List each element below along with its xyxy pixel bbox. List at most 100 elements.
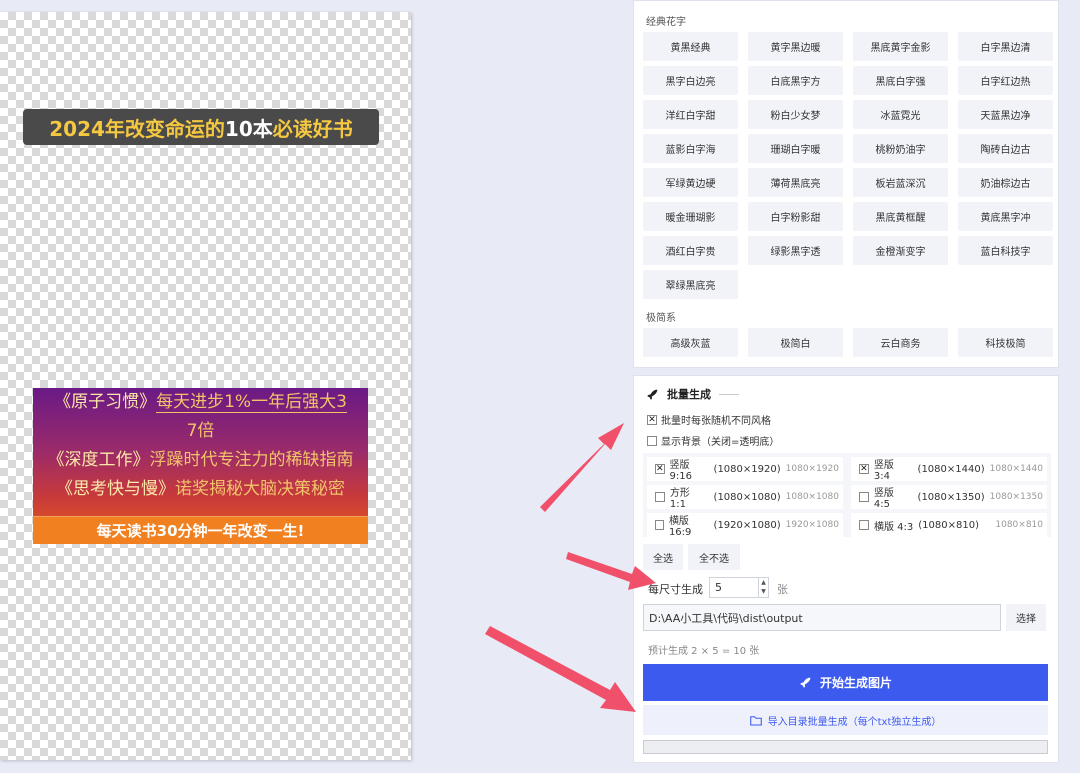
- arrow-3: [485, 626, 636, 712]
- classic-style-button[interactable]: 板岩蓝深沉: [853, 168, 948, 197]
- classic-style-button[interactable]: 白字黑边清: [958, 32, 1053, 61]
- classic-style-button[interactable]: 暖金珊瑚影: [643, 202, 738, 231]
- size-option[interactable]: 横版 4:3 (1080×810) 1080×810: [851, 513, 1047, 537]
- size-hint: 1080×1920: [785, 464, 839, 474]
- size-option[interactable]: 竖版 4:5 (1080×1350) 1080×1350: [851, 485, 1047, 510]
- size-option[interactable]: 方形 1:1 (1080×1080) 1080×1080: [647, 485, 843, 510]
- classic-style-button[interactable]: 绿影黑字透: [748, 236, 843, 265]
- random-style-checkbox[interactable]: ✕ 批量时每张随机不同风格: [647, 412, 771, 427]
- rocket-icon: [800, 677, 811, 688]
- classic-style-button[interactable]: 黑底白字强: [853, 66, 948, 95]
- book-title-3: 《思考快与慢》: [56, 479, 175, 499]
- size-option[interactable]: 横版 16:9 (1920×1080) 1920×1080: [647, 513, 843, 538]
- minimal-style-button[interactable]: 科技极简: [958, 328, 1053, 357]
- show-bg-box: [647, 435, 657, 446]
- output-path-input[interactable]: D:\AA小工具\代码\dist\output: [643, 604, 1001, 631]
- classic-style-button[interactable]: 金橙渐变字: [853, 236, 948, 265]
- classic-style-button[interactable]: 黑底黄框醒: [853, 202, 948, 231]
- random-style-check-icon: ✕: [647, 414, 657, 425]
- classic-style-button[interactable]: 军绿黄边硬: [643, 168, 738, 197]
- rocket-icon: [647, 389, 658, 400]
- size-label: 竖版 9:16: [669, 460, 693, 482]
- progress-bar: [643, 740, 1048, 754]
- size-checkbox[interactable]: [859, 520, 869, 530]
- classic-style-button[interactable]: 珊瑚白字暖: [748, 134, 843, 163]
- book-footer: 每天读书30分钟一年改变一生!: [33, 516, 368, 544]
- classic-style-button[interactable]: 翠绿黑底亮: [643, 270, 738, 299]
- minimal-style-button[interactable]: 云白商务: [853, 328, 948, 357]
- size-label: 横版 4:3: [874, 521, 914, 533]
- title-part3: 必读好书: [272, 116, 353, 141]
- title-badge: 2024年改变命运的 10本 必读好书: [23, 109, 379, 145]
- style-panel: 经典花字 黄黑经典 黄字黑边暖 黑底黄字金影 白字黑边清黑字白边亮 白底黑字方 黑底白字强…: [633, 0, 1059, 368]
- folder-icon: [749, 715, 762, 726]
- size-dims: (1080×1920): [713, 463, 781, 475]
- batch-header: 批量生成: [646, 386, 739, 402]
- show-bg-label: 显示背景（关闭=透明底）: [661, 437, 780, 448]
- classic-style-grid: 黄黑经典 黄字黑边暖 黑底黄字金影 白字黑边清黑字白边亮 白底黑字方 黑底白字强 白字红边热…: [643, 32, 1053, 299]
- minimal-style-button[interactable]: 高级灰蓝: [643, 328, 738, 357]
- classic-style-button[interactable]: 蓝影白字海: [643, 134, 738, 163]
- per-size-label: 每尺寸生成: [648, 583, 703, 596]
- classic-style-button[interactable]: 桃粉奶油字: [853, 134, 948, 163]
- show-bg-checkbox[interactable]: 显示背景（关闭=透明底）: [647, 433, 779, 448]
- size-label: 横版 16:9: [668, 516, 692, 538]
- size-hint: 1080×810: [995, 520, 1043, 530]
- book-desc-3: 诺奖揭秘大脑决策秘密: [175, 479, 345, 499]
- book-desc-2: 浮躁时代专注力的稀缺指南: [149, 450, 354, 470]
- classic-style-button[interactable]: 天蓝黑边净: [958, 100, 1053, 129]
- classic-style-button[interactable]: 白字粉影甜: [748, 202, 843, 231]
- stepper-arrows[interactable]: ▲ ▼: [758, 578, 768, 597]
- choose-folder-button[interactable]: 选择: [1006, 604, 1046, 631]
- classic-style-button[interactable]: 奶油棕边古: [958, 168, 1053, 197]
- size-checkbox[interactable]: [655, 492, 665, 502]
- classic-style-button[interactable]: 黑字白边亮: [643, 66, 738, 95]
- stepper-down-icon[interactable]: ▼: [759, 587, 768, 596]
- size-label: 方形 1:1: [669, 488, 690, 510]
- classic-section-label: 经典花字: [646, 17, 686, 28]
- classic-style-button[interactable]: 蓝白科技字: [958, 236, 1053, 265]
- preview-canvas: 2024年改变命运的 10本 必读好书 《原子习惯》每天进步1%一年后强大3 7倍 …: [0, 12, 411, 760]
- book-line-2: 《深度工作》浮躁时代专注力的稀缺指南: [33, 446, 368, 475]
- minimal-style-grid: 高级灰蓝 极简白 云白商务 科技极简: [643, 328, 1053, 357]
- classic-style-button[interactable]: 黄底黑字冲: [958, 202, 1053, 231]
- classic-style-button[interactable]: 酒红白字贵: [643, 236, 738, 265]
- classic-style-button[interactable]: 黄黑经典: [643, 32, 738, 61]
- size-label: 竖版 4:5: [873, 488, 894, 510]
- book-desc-1-wrap: 7倍: [186, 421, 215, 441]
- stepper-up-icon[interactable]: ▲: [759, 578, 768, 587]
- title-part1: 2024年改变命运的: [49, 116, 225, 141]
- arrow-1: [540, 423, 624, 512]
- classic-style-button[interactable]: 薄荷黑底亮: [748, 168, 843, 197]
- book-desc-1: 每天进步1%一年后强大3: [156, 392, 347, 413]
- import-folder-button[interactable]: 导入目录批量生成（每个txt独立生成）: [643, 705, 1048, 735]
- size-options: ✕ 竖版 9:16 (1080×1920) 1080×1920 ✕ 竖版 3:4 (1080…: [643, 453, 1051, 538]
- size-option[interactable]: ✕ 竖版 9:16 (1080×1920) 1080×1920: [647, 457, 843, 482]
- classic-style-button[interactable]: 白底黑字方: [748, 66, 843, 95]
- classic-style-button[interactable]: 粉白少女梦: [748, 100, 843, 129]
- size-option[interactable]: ✕ 竖版 3:4 (1080×1440) 1080×1440: [851, 457, 1047, 482]
- classic-style-button[interactable]: 黄字黑边暖: [748, 32, 843, 61]
- size-checkbox[interactable]: ✕: [655, 464, 665, 474]
- book-line-3: 《思考快与慢》诺奖揭秘大脑决策秘密: [33, 475, 368, 504]
- select-none-button[interactable]: 全不选: [688, 544, 740, 570]
- size-hint: 1080×1440: [989, 464, 1043, 474]
- classic-style-button[interactable]: 陶砖白边古: [958, 134, 1053, 163]
- select-all-button[interactable]: 全选: [643, 544, 683, 570]
- minimal-section-label: 极简系: [646, 313, 676, 324]
- size-checkbox[interactable]: ✕: [859, 464, 869, 474]
- header-rule: [719, 393, 739, 395]
- size-checkbox[interactable]: [655, 520, 664, 530]
- size-checkbox[interactable]: [859, 492, 869, 502]
- classic-style-button[interactable]: 黑底黄字金影: [853, 32, 948, 61]
- classic-style-button[interactable]: 冰蓝霓光: [853, 100, 948, 129]
- start-generate-button[interactable]: 开始生成图片: [643, 664, 1048, 701]
- start-generate-label: 开始生成图片: [819, 676, 892, 690]
- random-style-label: 批量时每张随机不同风格: [661, 416, 771, 427]
- size-dims: (1080×1080): [713, 491, 781, 503]
- per-size-stepper[interactable]: 5 ▲ ▼: [709, 577, 769, 598]
- per-size-unit: 张: [777, 583, 788, 596]
- classic-style-button[interactable]: 白字红边热: [958, 66, 1053, 95]
- minimal-style-button[interactable]: 极简白: [748, 328, 843, 357]
- classic-style-button[interactable]: 洋红白字甜: [643, 100, 738, 129]
